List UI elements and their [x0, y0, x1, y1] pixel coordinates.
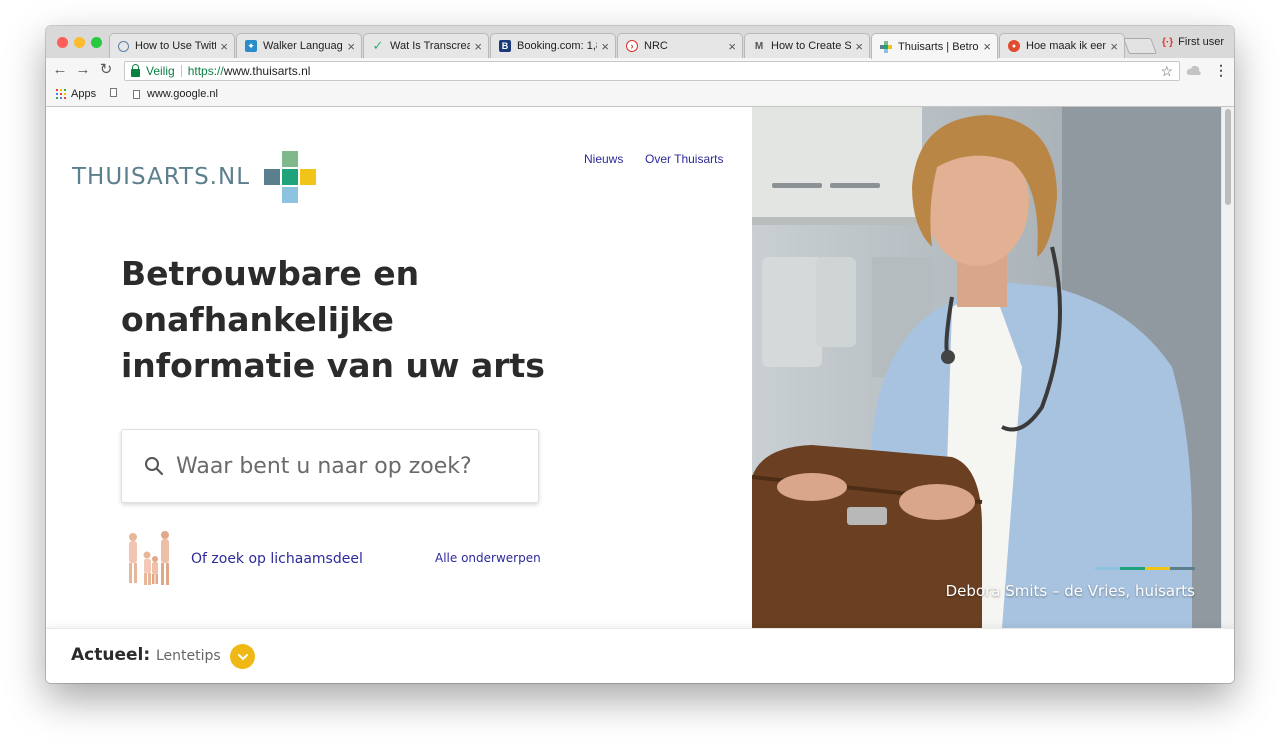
forward-arrow-icon[interactable]: → [74, 61, 92, 79]
close-tab-icon[interactable]: × [728, 39, 736, 54]
search-input[interactable] [174, 452, 518, 480]
nrc-icon: › [626, 40, 638, 52]
bodypart-link[interactable]: Of zoek op lichaamsdeel [191, 551, 363, 567]
browser-toolbar: ← → ↻ Veilig https:// www.thuisarts.nl ☆… [46, 58, 1234, 84]
tab-thuisarts[interactable]: Thuisarts | Betro × [871, 33, 998, 59]
search-globe-icon [118, 40, 129, 52]
lock-icon [131, 64, 140, 77]
zoom-window-button[interactable] [91, 37, 102, 48]
scrollbar-thumb[interactable] [1225, 109, 1231, 205]
cloud-extension-icon[interactable] [1186, 63, 1202, 77]
tab-strip: How to Use Twitt × ✦ Walker Language × ✓… [46, 26, 1234, 59]
actueel-bar: Actueel: Lentetips [46, 628, 1234, 683]
close-tab-icon[interactable]: × [220, 39, 228, 54]
hero-line: onafhankelijke [121, 300, 394, 339]
hero-line: Betrouwbare en [121, 254, 420, 293]
bookmark-google[interactable]: www.google.nl [133, 88, 218, 100]
address-bar[interactable]: Veilig https:// www.thuisarts.nl ☆ [124, 61, 1180, 81]
photo-caption: Debora Smits – de Vries, huisarts [945, 582, 1195, 600]
url-scheme: https:// [187, 64, 224, 78]
page-icon [110, 88, 117, 97]
profile-icon: {·} [1162, 36, 1174, 48]
minimize-window-button[interactable] [74, 37, 85, 48]
tab-title: Booking.com: 1,8 [517, 40, 598, 52]
tab-title: How to Create Se [771, 40, 852, 52]
vertical-scrollbar[interactable] [1221, 107, 1234, 628]
hero-line: informatie van uw arts [121, 346, 545, 385]
close-tab-icon[interactable]: × [474, 39, 482, 54]
walker-icon: ✦ [245, 40, 257, 52]
blog-icon: ● [1008, 40, 1020, 52]
tab-how-to-use-twitter[interactable]: How to Use Twitt × [109, 33, 235, 58]
tab-title: Thuisarts | Betro [898, 40, 979, 53]
tab-nrc[interactable]: › NRC × [617, 33, 743, 58]
actueel-expand-button[interactable] [230, 644, 255, 669]
tab-hoe-maak-ik[interactable]: ● Hoe maak ik een × [999, 33, 1125, 58]
bookmark-untitled[interactable] [110, 88, 124, 97]
checkmark-icon: ✓ [372, 38, 384, 53]
tab-booking[interactable]: B Booking.com: 1,8 × [490, 33, 616, 58]
bookmark-star-icon[interactable]: ☆ [1160, 62, 1173, 80]
bookmark-label: www.google.nl [147, 88, 218, 100]
actueel-label: Actueel: [71, 645, 151, 665]
security-label: Veilig [146, 64, 175, 78]
page-icon [133, 89, 140, 99]
close-tab-icon[interactable]: × [983, 39, 991, 54]
doctor-photo: Debora Smits – de Vries, huisarts [752, 107, 1221, 628]
divider [180, 65, 182, 77]
tab-walker-language[interactable]: ✦ Walker Language × [236, 33, 362, 58]
tab-title: How to Use Twitt [135, 40, 217, 52]
nav-link-over-thuisarts[interactable]: Over Thuisarts [645, 152, 723, 166]
profile-label: First user [1178, 36, 1224, 48]
medium-icon: M [754, 40, 764, 52]
menu-icon[interactable]: ⋮ [1214, 61, 1228, 79]
logo-cross-icon [264, 151, 317, 203]
chevron-down-icon [237, 653, 248, 660]
doctor-image [752, 107, 1221, 628]
tab-wat-is-transcreation[interactable]: ✓ Wat Is Transcreat × [363, 33, 489, 58]
hero-heading: Betrouwbare en onafhankelijke informatie… [121, 251, 641, 389]
close-window-button[interactable] [57, 37, 68, 48]
logo-text: THUISARTS.NL [72, 164, 251, 190]
bookmark-label: Apps [71, 88, 97, 100]
close-tab-icon[interactable]: × [855, 39, 863, 54]
new-tab-button[interactable] [1123, 38, 1157, 54]
all-topics-link[interactable]: Alle onderwerpen [435, 551, 541, 565]
body-figures-icon [129, 531, 169, 585]
bookmarks-bar: Apps www.google.nl [46, 84, 1234, 107]
caption-accent-bar [1095, 567, 1195, 570]
actueel-value[interactable]: Lentetips [156, 648, 221, 664]
tab-title: NRC [644, 40, 668, 52]
apps-grid-icon [56, 89, 66, 99]
close-tab-icon[interactable]: × [1110, 39, 1118, 54]
tab-how-to-create[interactable]: M How to Create Se × [744, 33, 870, 58]
reload-icon[interactable]: ↻ [97, 61, 115, 79]
close-tab-icon[interactable]: × [601, 39, 609, 54]
bookmark-apps[interactable]: Apps [56, 88, 96, 100]
thuisarts-icon [880, 40, 892, 53]
tab-title: Walker Language [263, 40, 344, 52]
tab-title: Wat Is Transcreat [390, 40, 471, 52]
close-tab-icon[interactable]: × [347, 39, 355, 54]
profile-button[interactable]: {·} First user [1162, 36, 1224, 48]
url-host: www.thuisarts.nl [223, 64, 311, 78]
site-logo[interactable]: THUISARTS.NL [72, 151, 317, 203]
search-icon [145, 457, 164, 476]
web-page: THUISARTS.NL Nieuws Over Thuisarts Betro… [46, 107, 1234, 683]
search-box[interactable] [121, 429, 539, 503]
nav-link-nieuws[interactable]: Nieuws [584, 152, 623, 166]
back-arrow-icon[interactable]: ← [51, 61, 69, 79]
tab-title: Hoe maak ik een [1026, 40, 1107, 52]
browser-window: How to Use Twitt × ✦ Walker Language × ✓… [46, 26, 1234, 683]
booking-icon: B [499, 40, 511, 52]
bodypart-search[interactable]: Of zoek op lichaamsdeel [121, 529, 363, 589]
